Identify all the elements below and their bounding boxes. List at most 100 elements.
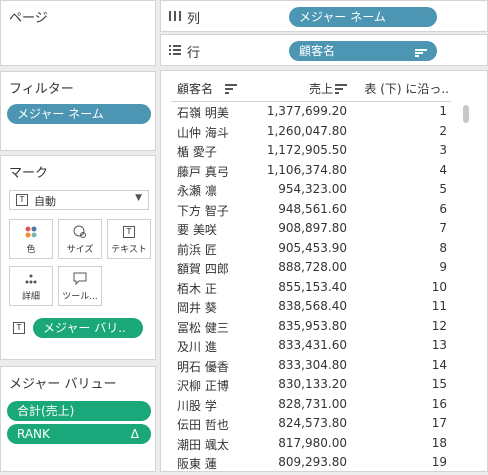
tooltip-icon — [59, 271, 101, 287]
cell-sales: 888,728.00 — [278, 260, 347, 274]
marks-tooltip-label: ツール... — [62, 292, 98, 302]
cell-rank: 4 — [439, 162, 447, 177]
header-sales[interactable]: 売上 — [261, 80, 333, 97]
cell-sales: 948,561.60 — [278, 201, 347, 216]
mark-type-icon: T — [16, 194, 28, 206]
marks-detail-button[interactable]: 詳細 — [9, 266, 53, 306]
header-sales-label: 売上 — [308, 82, 333, 96]
cell-customer-name: 沢柳 正博 — [177, 379, 229, 393]
cell-rank: 9 — [439, 260, 447, 274]
measure-values-card: メジャー バリュー 合計(売上) RANK Δ — [0, 366, 156, 472]
table-row[interactable]: 川股 学 828,731.00 16 — [161, 397, 487, 417]
marks-size-button[interactable]: サイズ — [58, 219, 102, 259]
table-row[interactable]: 及川 進 833,431.60 13 — [161, 338, 487, 358]
measure-values-title: メジャー バリュー — [9, 377, 117, 392]
marks-pill-label: メジャー バリ.. — [43, 321, 126, 335]
table-row[interactable]: 楯 愛子 1,172,905.50 3 — [161, 143, 487, 163]
mark-type-value: 自動 — [34, 195, 56, 208]
header-rank[interactable]: 表 (下) に沿っ.. — [357, 80, 449, 97]
size-icon — [59, 224, 101, 240]
cell-sales: 1,260,047.80 — [266, 123, 347, 138]
marks-color-button[interactable]: 色 — [9, 219, 53, 259]
table-header: 顧客名 売上 表 (下) に沿っ.. — [161, 80, 487, 100]
cell-rank: 17 — [431, 416, 447, 430]
cell-customer-name: 冨松 健三 — [177, 320, 229, 335]
cell-customer-name: 要 美咲 — [177, 223, 217, 237]
cell-rank: 3 — [439, 143, 447, 157]
mark-type-select[interactable]: T 自動 ▼ — [9, 190, 149, 210]
table-row[interactable]: 前浜 匠 905,453.90 8 — [161, 241, 487, 261]
cell-sales: 838,568.40 — [278, 299, 347, 313]
table-row[interactable]: 石嶺 明美 1,377,699.20 1 — [161, 104, 487, 124]
rows-icon — [169, 44, 181, 59]
cell-customer-name: 前浜 匠 — [177, 242, 217, 257]
cell-rank: 10 — [431, 279, 447, 294]
color-icon — [10, 224, 52, 240]
filter-pill-measure-names[interactable]: メジャー ネーム — [7, 104, 151, 124]
table-row[interactable]: 下方 智子 948,561.60 6 — [161, 202, 487, 222]
text-icon: T — [108, 224, 150, 240]
cell-customer-name: 阪東 蓮 — [177, 457, 217, 471]
columns-pill-label: メジャー ネーム — [299, 10, 386, 24]
cell-sales: 855,153.40 — [278, 279, 347, 294]
sort-descending-icon[interactable] — [415, 45, 427, 57]
header-customer-name[interactable]: 顧客名 — [177, 80, 257, 97]
cell-customer-name: 岡井 葵 — [177, 301, 217, 315]
columns-label: 列 — [187, 12, 201, 27]
marks-tooltip-button[interactable]: ツール... — [58, 266, 102, 306]
marks-text-button[interactable]: T テキスト — [107, 219, 151, 259]
rows-pill-customer-name[interactable]: 顧客名 — [289, 41, 437, 61]
cell-sales: 817,980.00 — [278, 435, 347, 450]
rows-label: 行 — [187, 46, 201, 61]
marks-detail-label: 詳細 — [21, 292, 40, 302]
table-row[interactable]: 額賀 四郎 888,728.00 9 — [161, 260, 487, 280]
table-row[interactable]: 藤戸 真弓 1,106,374.80 4 — [161, 163, 487, 183]
columns-shelf[interactable]: 列 メジャー ネーム — [160, 0, 488, 32]
filter-pill-label: メジャー ネーム — [17, 107, 104, 121]
chevron-down-icon: ▼ — [135, 193, 142, 203]
table-row[interactable]: 冨松 健三 835,953.80 12 — [161, 319, 487, 339]
cell-sales: 830,133.20 — [278, 377, 347, 391]
text-encoding-icon: T — [13, 322, 25, 334]
sort-icon[interactable] — [335, 83, 347, 98]
table-row[interactable]: 栢木 正 855,153.40 10 — [161, 280, 487, 300]
table-row[interactable]: 要 美咲 908,897.80 7 — [161, 221, 487, 241]
table-row[interactable]: 山仲 海斗 1,260,047.80 2 — [161, 124, 487, 144]
table-row[interactable]: 伝田 哲也 824,573.80 17 — [161, 416, 487, 436]
cell-customer-name: 栢木 正 — [177, 281, 217, 296]
marks-title: マーク — [9, 166, 49, 181]
cell-customer-name: 藤戸 真弓 — [177, 164, 229, 179]
cell-customer-name: 楯 愛子 — [177, 145, 217, 159]
cell-sales: 828,731.00 — [278, 396, 347, 411]
table-row[interactable]: 明石 優香 833,304.80 14 — [161, 358, 487, 378]
cell-rank: 7 — [439, 221, 447, 235]
table-row[interactable]: 岡井 葵 838,568.40 11 — [161, 299, 487, 319]
cell-rank: 2 — [439, 123, 447, 138]
cell-sales: 1,377,699.20 — [266, 104, 347, 118]
table-row[interactable]: 潮田 颯太 817,980.00 18 — [161, 436, 487, 456]
filters-card[interactable]: フィルター メジャー ネーム — [0, 71, 156, 151]
cell-rank: 8 — [439, 240, 447, 255]
columns-pill-measure-names[interactable]: メジャー ネーム — [289, 7, 437, 27]
cell-rank: 12 — [431, 318, 447, 333]
table-row[interactable]: 沢柳 正博 830,133.20 15 — [161, 377, 487, 397]
cell-rank: 5 — [439, 182, 447, 196]
cell-rank: 11 — [431, 299, 447, 313]
filters-title: フィルター — [9, 82, 74, 97]
rows-pill-label: 顧客名 — [299, 44, 336, 58]
cell-rank: 14 — [431, 357, 447, 372]
view-area: 顧客名 売上 表 (下) に沿っ.. 石嶺 明美 1,377,699.20 1 山仲 … — [160, 70, 488, 472]
cell-sales: 908,897.80 — [278, 221, 347, 235]
measure-pill-sum-sales[interactable]: 合計(売上) — [7, 401, 151, 421]
measure-pill-rank[interactable]: RANK Δ — [7, 424, 151, 444]
cell-rank: 1 — [439, 104, 447, 118]
table-row[interactable]: 永瀬 凛 954,323.00 5 — [161, 182, 487, 202]
cell-sales: 1,172,905.50 — [266, 143, 347, 157]
sort-icon[interactable] — [225, 83, 237, 98]
cell-customer-name: 明石 優香 — [177, 359, 229, 374]
marks-pill-measure-values[interactable]: メジャー バリ.. — [33, 318, 143, 338]
rows-shelf[interactable]: 行 顧客名 — [160, 34, 488, 66]
cell-sales: 954,323.00 — [278, 182, 347, 196]
pages-card[interactable]: ページ — [0, 0, 156, 66]
vertical-scrollbar[interactable] — [463, 105, 469, 123]
